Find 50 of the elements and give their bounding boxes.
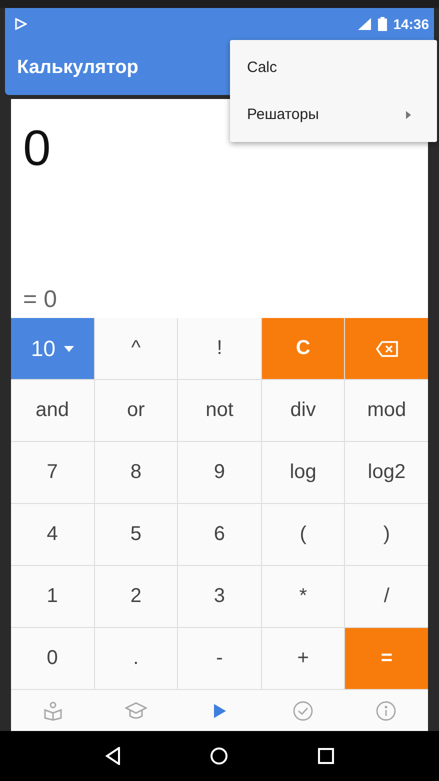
submenu-arrow-icon: [406, 110, 411, 118]
play-icon: [212, 702, 227, 718]
calculator-key[interactable]: not: [178, 380, 261, 441]
calculator-key[interactable]: 0: [11, 628, 94, 689]
calculator-key[interactable]: 6: [178, 504, 261, 565]
signal-icon: [356, 18, 372, 30]
calculator-key[interactable]: or: [94, 380, 178, 441]
calculator-key[interactable]: 7: [11, 442, 94, 503]
menu-item[interactable]: Решаторы: [230, 91, 437, 138]
calculator-key[interactable]: log: [262, 442, 344, 503]
menu-item-label: Решаторы: [247, 106, 319, 123]
calculator-key[interactable]: 2: [94, 566, 178, 627]
battery-icon: [378, 17, 388, 31]
menu-item[interactable]: Calc: [230, 44, 437, 91]
calculator-key[interactable]: .: [94, 628, 178, 689]
status-time: 14:36: [393, 16, 429, 32]
calculator-key[interactable]: ^: [94, 318, 178, 379]
calculator-key[interactable]: and: [11, 380, 94, 441]
calculator-key[interactable]: (: [262, 504, 344, 565]
calculator-key[interactable]: 1: [11, 566, 94, 627]
calculator-key[interactable]: +: [262, 628, 344, 689]
calculator-key[interactable]: log2: [345, 442, 428, 503]
calculator-key[interactable]: -: [178, 628, 261, 689]
result-display: = 0: [23, 286, 58, 314]
calculator-key[interactable]: 3: [178, 566, 261, 627]
menu-item-label: Calc: [247, 59, 278, 76]
calculator-key[interactable]: !: [178, 318, 261, 379]
calculator-key[interactable]: 4: [11, 504, 94, 565]
home-icon[interactable]: [210, 747, 228, 765]
check-circle-icon: [292, 700, 313, 720]
graduation-cap-icon: [125, 702, 148, 720]
book-person-icon: [42, 700, 63, 720]
play-store-icon: [15, 18, 27, 30]
info-icon: [376, 700, 396, 720]
calculator-key[interactable]: 5: [94, 504, 178, 565]
dropdown-caret-icon: [64, 346, 74, 352]
calculator-key[interactable]: 8: [94, 442, 178, 503]
recents-icon[interactable]: [318, 748, 334, 764]
calculator-key[interactable]: 9: [178, 442, 261, 503]
backspace-button[interactable]: [345, 318, 428, 379]
expression-display: 0: [23, 119, 52, 177]
base-selector[interactable]: 10: [11, 318, 94, 379]
calculator-key[interactable]: *: [262, 566, 344, 627]
backspace-icon: [376, 340, 398, 356]
back-icon[interactable]: [104, 747, 121, 765]
calculator-key[interactable]: ): [345, 504, 428, 565]
app-title: Калькулятор: [17, 56, 138, 78]
calculator-key[interactable]: div: [262, 380, 344, 441]
calculator-key[interactable]: mod: [345, 380, 428, 441]
calculator-key[interactable]: /: [345, 566, 428, 627]
